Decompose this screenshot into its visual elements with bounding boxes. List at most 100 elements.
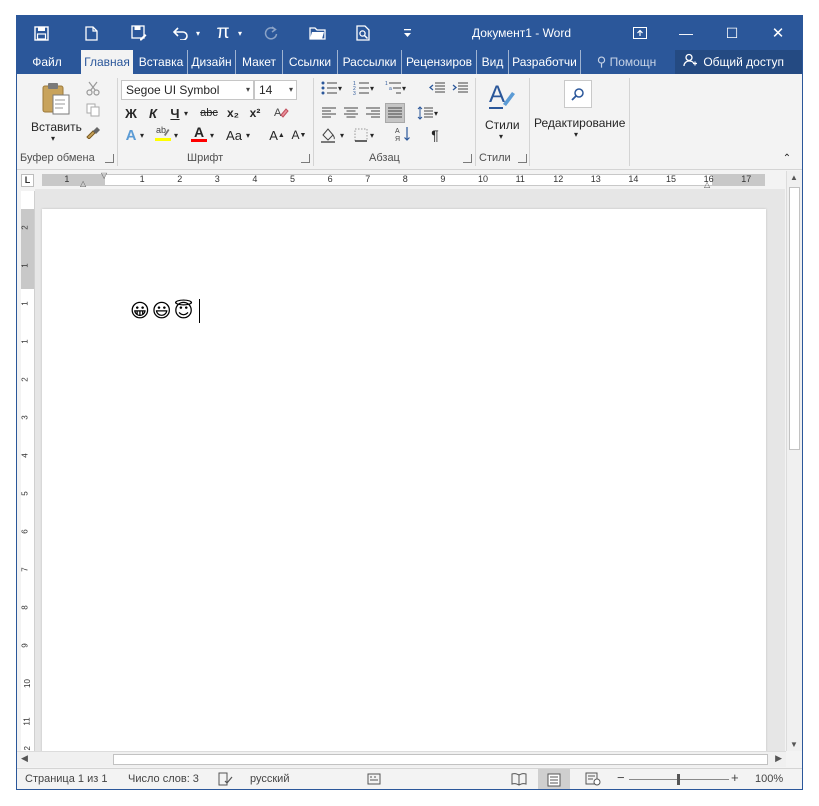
vertical-scroll-thumb[interactable] (789, 187, 800, 450)
tab-selector-icon[interactable]: L (21, 174, 34, 187)
zoom-out-button[interactable]: − (617, 770, 625, 785)
font-size-combo[interactable]: 14 ▾ (254, 80, 297, 100)
shrink-font-button[interactable]: A ▼ (289, 125, 309, 145)
zoom-level[interactable]: 100% (755, 773, 783, 785)
clipboard-launcher-icon[interactable] (105, 154, 114, 163)
minimize-button[interactable]: — (663, 16, 709, 50)
font-group-label: Шрифт (187, 152, 224, 164)
superscript-button[interactable]: x² (245, 103, 265, 123)
save-as-icon[interactable] (127, 16, 151, 50)
underline-dropdown-icon[interactable]: ▾ (181, 103, 191, 123)
font-launcher-icon[interactable] (301, 154, 310, 163)
open-folder-icon[interactable] (305, 16, 329, 50)
change-case-dropdown-icon[interactable]: ▾ (243, 125, 253, 145)
undo-dropdown-icon[interactable]: ▾ (193, 16, 203, 50)
change-case-button[interactable]: Aa (223, 125, 245, 145)
read-mode-icon[interactable] (511, 772, 527, 789)
tab-insert[interactable]: Вставка (135, 50, 187, 74)
document-text[interactable]: 😀😃😇 (130, 300, 195, 322)
borders-dropdown-icon[interactable]: ▾ (367, 125, 377, 145)
equation-dropdown-icon[interactable]: ▾ (235, 16, 245, 50)
customize-icon[interactable] (397, 16, 417, 50)
word-count[interactable]: Число слов: 3 (128, 773, 199, 785)
strikethrough-button[interactable]: abc (197, 103, 221, 123)
tab-developer[interactable]: Разработчи (508, 50, 580, 74)
tab-file[interactable]: Файл (17, 50, 77, 74)
zoom-slider[interactable] (629, 774, 729, 785)
equation-button[interactable]: π (213, 16, 233, 50)
tab-view[interactable]: Вид (476, 50, 508, 74)
document-page[interactable]: 😀😃😇 (42, 209, 766, 751)
highlight-icon[interactable]: ab (153, 123, 173, 143)
close-button[interactable]: ✕ (755, 16, 801, 50)
tab-home[interactable]: Главная (81, 50, 133, 74)
web-layout-icon[interactable] (585, 772, 601, 789)
tab-design[interactable]: Дизайн (187, 50, 235, 74)
grow-font-button[interactable]: A ▲ (267, 125, 287, 145)
styles-launcher-icon[interactable] (518, 154, 527, 163)
align-left-icon[interactable] (319, 103, 339, 123)
bullets-dropdown-icon[interactable]: ▾ (335, 78, 345, 98)
clear-formatting-icon[interactable]: A (271, 102, 291, 122)
font-color-dropdown-icon[interactable]: ▾ (207, 125, 217, 145)
scroll-up-icon[interactable]: ▲ (790, 173, 798, 182)
editing-button[interactable]: Редактирование ▾ (532, 78, 628, 148)
zoom-slider-thumb[interactable] (677, 774, 680, 785)
new-document-icon[interactable] (79, 16, 103, 50)
copy-icon[interactable] (83, 100, 103, 120)
increase-indent-icon[interactable] (450, 78, 470, 98)
text-effects-dropdown-icon[interactable]: ▾ (137, 125, 147, 145)
shading-icon[interactable] (319, 125, 339, 145)
font-color-button[interactable]: A (189, 123, 209, 143)
decrease-indent-icon[interactable] (427, 78, 447, 98)
scroll-left-icon[interactable]: ◀ (21, 753, 28, 764)
tab-layout[interactable]: Макет (235, 50, 282, 74)
sort-icon[interactable]: AЯ (393, 124, 413, 144)
collapse-ribbon-icon[interactable]: ⌃ (777, 148, 797, 168)
numbering-dropdown-icon[interactable]: ▾ (367, 78, 377, 98)
undo-icon[interactable] (169, 16, 193, 50)
right-indent-icon[interactable]: △ (704, 180, 710, 189)
justify-icon[interactable] (385, 103, 405, 123)
align-right-icon[interactable] (363, 103, 383, 123)
document-area[interactable]: 😀😃😇 (35, 189, 785, 751)
paragraph-launcher-icon[interactable] (463, 154, 472, 163)
print-layout-icon[interactable] (538, 769, 570, 789)
share-button[interactable]: Общий доступ (675, 50, 802, 74)
tell-me-box[interactable]: ⚲ Помощн (580, 50, 672, 74)
format-painter-icon[interactable] (83, 122, 103, 142)
horizontal-scrollbar[interactable]: ◀ ▶ (17, 751, 786, 767)
maximize-button[interactable]: ☐ (709, 16, 755, 50)
tab-references[interactable]: Ссылки (282, 50, 337, 74)
macro-record-icon[interactable] (367, 772, 381, 789)
vertical-scrollbar[interactable]: ▲ ▼ (786, 171, 802, 751)
save-icon[interactable] (29, 16, 53, 50)
highlight-dropdown-icon[interactable]: ▾ (171, 125, 181, 145)
horizontal-scroll-thumb[interactable] (113, 754, 768, 765)
print-preview-icon[interactable] (351, 16, 375, 50)
paste-button[interactable]: Вставить ▾ (27, 78, 83, 148)
multilevel-dropdown-icon[interactable]: ▾ (399, 78, 409, 98)
shading-dropdown-icon[interactable]: ▾ (337, 125, 347, 145)
font-name-combo[interactable]: Segoe UI Symbol ▾ (121, 80, 254, 100)
align-center-icon[interactable] (341, 103, 361, 123)
redo-icon[interactable] (259, 16, 283, 50)
language[interactable]: русский (250, 773, 289, 785)
scroll-right-icon[interactable]: ▶ (775, 753, 782, 764)
line-spacing-dropdown-icon[interactable]: ▾ (431, 103, 441, 123)
styles-button[interactable]: A Стили ▾ (479, 78, 523, 148)
zoom-in-button[interactable]: + (731, 770, 739, 785)
first-line-indent-icon[interactable]: ▽ (101, 171, 107, 180)
subscript-button[interactable]: x₂ (223, 103, 243, 123)
page-count[interactable]: Страница 1 из 1 (25, 773, 107, 785)
ribbon-display-options-icon[interactable] (617, 16, 663, 50)
styles-dropdown-icon: ▾ (499, 132, 504, 141)
scroll-down-icon[interactable]: ▼ (790, 740, 798, 749)
show-marks-button[interactable]: ¶ (425, 125, 445, 145)
tab-review[interactable]: Рецензиров (401, 50, 476, 74)
proofing-icon[interactable] (217, 772, 233, 789)
tab-mailings[interactable]: Рассылки (337, 50, 401, 74)
bold-button[interactable]: Ж (121, 103, 141, 123)
cut-icon[interactable] (83, 78, 103, 98)
italic-button[interactable]: К (143, 103, 163, 123)
